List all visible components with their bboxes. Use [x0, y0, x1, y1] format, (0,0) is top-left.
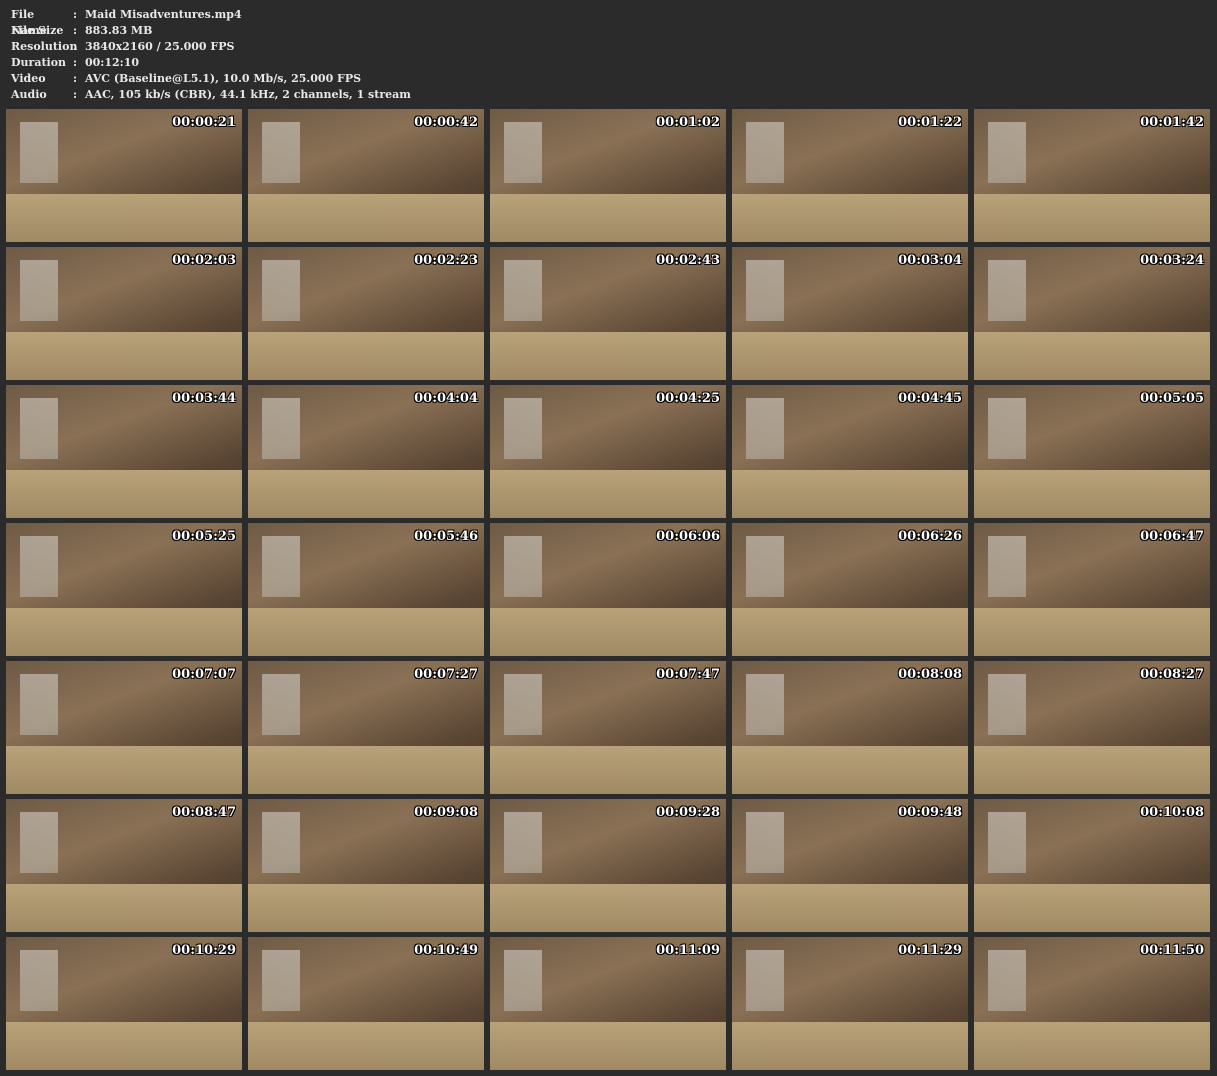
info-row-file-name: File Name : Maid Misadventures.mp4	[11, 7, 411, 37]
thumbnail-timestamp: 00:03:24	[1140, 253, 1204, 268]
video-thumbnail: 00:09:48	[732, 799, 968, 932]
info-label: File Name	[11, 8, 47, 37]
video-thumbnail: 00:05:46	[248, 523, 484, 656]
video-thumbnail: 00:03:24	[974, 247, 1210, 380]
video-thumbnail: 00:08:27	[974, 661, 1210, 794]
thumbnail-timestamp: 00:09:08	[414, 805, 478, 820]
video-thumbnail: 00:01:42	[974, 109, 1210, 242]
video-thumbnail: 00:03:44	[6, 385, 242, 518]
info-label: Duration	[11, 56, 67, 69]
thumbnail-timestamp: 00:03:44	[172, 391, 236, 406]
thumbnail-timestamp: 00:08:27	[1140, 667, 1204, 682]
info-row-video: Video : AVC (Baseline@L5.1), 10.0 Mb/s, …	[11, 71, 411, 87]
thumbnail-timestamp: 00:05:46	[414, 529, 478, 544]
video-thumbnail: 00:06:47	[974, 523, 1210, 656]
video-thumbnail: 00:08:47	[6, 799, 242, 932]
info-value: 883.83 MB	[85, 24, 153, 37]
video-thumbnail: 00:09:28	[490, 799, 726, 932]
video-thumbnail: 00:00:21	[6, 109, 242, 242]
video-thumbnail: 00:11:09	[490, 937, 726, 1070]
thumbnail-timestamp: 00:02:03	[172, 253, 236, 268]
thumbnail-grid: 00:00:21 00:00:42 00:01:02 00:01:22 00:01:42…	[6, 109, 1210, 1070]
info-label: File Size	[11, 24, 64, 37]
info-separator: :	[73, 24, 78, 37]
info-separator: :	[73, 40, 78, 53]
thumbnail-timestamp: 00:04:25	[656, 391, 720, 406]
video-thumbnail: 00:04:25	[490, 385, 726, 518]
thumbnail-timestamp: 00:05:05	[1140, 391, 1204, 406]
video-thumbnail: 00:03:04	[732, 247, 968, 380]
thumbnail-timestamp: 00:10:08	[1140, 805, 1204, 820]
thumbnail-timestamp: 00:06:06	[656, 529, 720, 544]
video-thumbnail: 00:04:45	[732, 385, 968, 518]
info-value: AVC (Baseline@L5.1), 10.0 Mb/s, 25.000 F…	[85, 72, 362, 85]
thumbnail-timestamp: 00:04:45	[898, 391, 962, 406]
video-thumbnail: 00:07:07	[6, 661, 242, 794]
thumbnail-timestamp: 00:00:42	[414, 115, 478, 130]
video-thumbnail: 00:10:29	[6, 937, 242, 1070]
thumbnail-timestamp: 00:02:23	[414, 253, 478, 268]
thumbnail-timestamp: 00:08:08	[898, 667, 962, 682]
info-row-audio: Audio : AAC, 105 kb/s (CBR), 44.1 kHz, 2…	[11, 87, 411, 103]
thumbnail-timestamp: 00:08:47	[172, 805, 236, 820]
thumbnail-timestamp: 00:03:04	[898, 253, 962, 268]
info-label: Resolution	[11, 40, 78, 53]
thumbnail-timestamp: 00:01:02	[656, 115, 720, 130]
video-thumbnail: 00:01:02	[490, 109, 726, 242]
video-thumbnail: 00:02:03	[6, 247, 242, 380]
video-thumbnail: 00:05:05	[974, 385, 1210, 518]
info-separator: :	[73, 72, 78, 85]
thumbnail-timestamp: 00:11:29	[898, 943, 962, 958]
thumbnail-timestamp: 00:06:26	[898, 529, 962, 544]
video-thumbnail: 00:11:29	[732, 937, 968, 1070]
video-thumbnail: 00:10:08	[974, 799, 1210, 932]
info-value: Maid Misadventures.mp4	[85, 8, 242, 21]
info-row-resolution: Resolution : 3840x2160 / 25.000 FPS	[11, 39, 411, 55]
thumbnail-timestamp: 00:01:22	[898, 115, 962, 130]
info-label: Audio	[11, 88, 47, 101]
thumbnail-timestamp: 00:05:25	[172, 529, 236, 544]
thumbnail-timestamp: 00:11:50	[1140, 943, 1204, 958]
thumbnail-timestamp: 00:09:48	[898, 805, 962, 820]
thumbnail-timestamp: 00:09:28	[656, 805, 720, 820]
video-thumbnail: 00:07:27	[248, 661, 484, 794]
thumbnail-timestamp: 00:07:07	[172, 667, 236, 682]
video-thumbnail: 00:02:23	[248, 247, 484, 380]
info-separator: :	[73, 88, 78, 101]
info-separator: :	[73, 8, 78, 21]
video-thumbnail: 00:07:47	[490, 661, 726, 794]
info-separator: :	[73, 56, 78, 69]
video-thumbnail: 00:01:22	[732, 109, 968, 242]
thumbnail-timestamp: 00:10:49	[414, 943, 478, 958]
video-thumbnail: 00:11:50	[974, 937, 1210, 1070]
video-thumbnail: 00:06:26	[732, 523, 968, 656]
thumbnail-timestamp: 00:04:04	[414, 391, 478, 406]
video-thumbnail: 00:10:49	[248, 937, 484, 1070]
video-thumbnail: 00:00:42	[248, 109, 484, 242]
file-info-panel: File Name : Maid Misadventures.mp4 File …	[11, 7, 411, 103]
thumbnail-timestamp: 00:10:29	[172, 943, 236, 958]
thumbnail-timestamp: 00:07:47	[656, 667, 720, 682]
thumbnail-timestamp: 00:06:47	[1140, 529, 1204, 544]
video-thumbnail: 00:09:08	[248, 799, 484, 932]
video-thumbnail: 00:05:25	[6, 523, 242, 656]
video-thumbnail: 00:04:04	[248, 385, 484, 518]
video-thumbnail: 00:02:43	[490, 247, 726, 380]
thumbnail-timestamp: 00:00:21	[172, 115, 236, 130]
thumbnail-timestamp: 00:01:42	[1140, 115, 1204, 130]
info-value: 00:12:10	[85, 56, 140, 69]
thumbnail-timestamp: 00:07:27	[414, 667, 478, 682]
video-thumbnail: 00:08:08	[732, 661, 968, 794]
thumbnail-timestamp: 00:02:43	[656, 253, 720, 268]
thumbnail-timestamp: 00:11:09	[656, 943, 720, 958]
info-row-file-size: File Size : 883.83 MB	[11, 23, 411, 39]
info-label: Video	[11, 72, 46, 85]
info-row-duration: Duration : 00:12:10	[11, 55, 411, 71]
info-value: 3840x2160 / 25.000 FPS	[85, 40, 235, 53]
video-thumbnail: 00:06:06	[490, 523, 726, 656]
info-value: AAC, 105 kb/s (CBR), 44.1 kHz, 2 channel…	[85, 88, 411, 101]
